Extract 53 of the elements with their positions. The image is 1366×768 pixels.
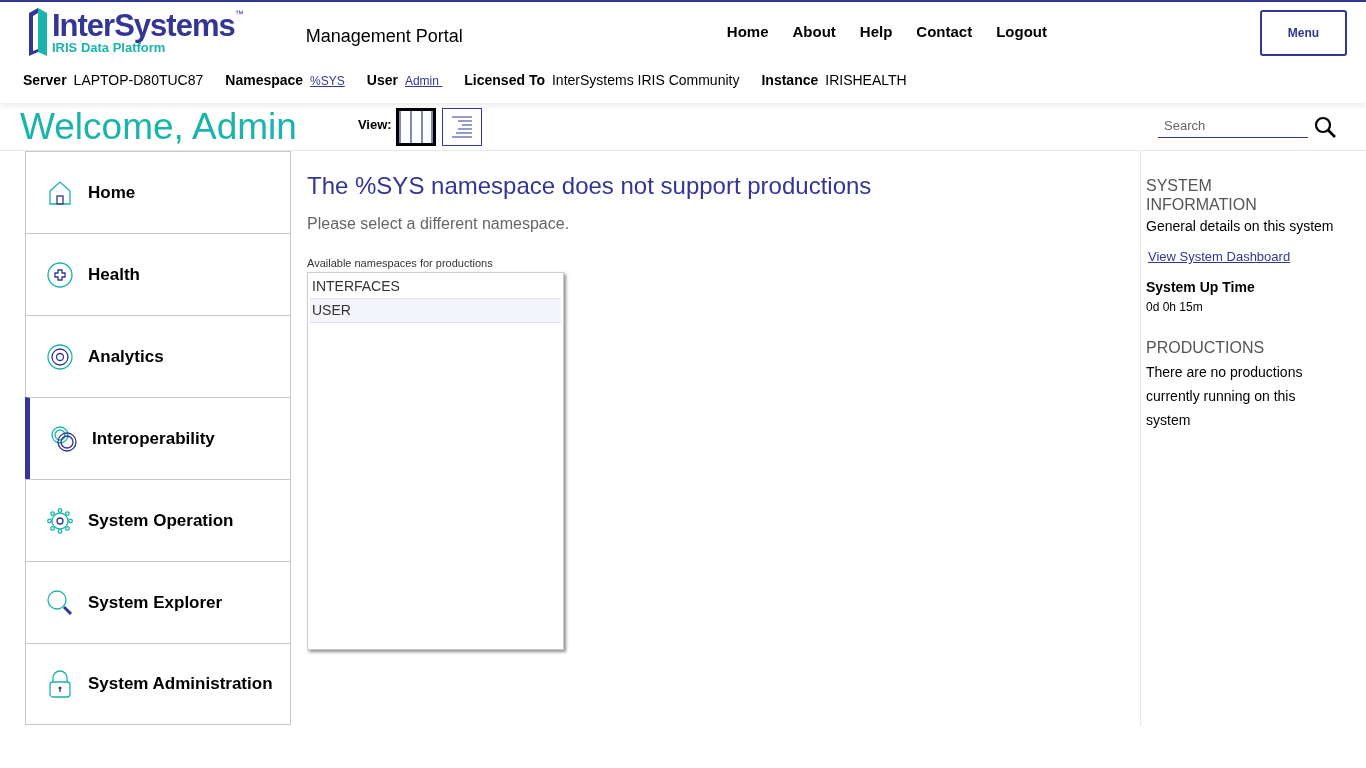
info-label: Namespace	[225, 71, 304, 90]
list-view-button[interactable]	[441, 107, 482, 146]
sidebar-item[interactable]: System Explorer	[25, 561, 291, 643]
panel-description: General details on this system	[1146, 217, 1335, 236]
padlock-icon	[48, 670, 72, 698]
house-icon	[48, 179, 72, 206]
target-icon	[47, 343, 73, 370]
info-label: Licensed To	[464, 71, 545, 90]
nav-link[interactable]: Logout	[996, 21, 1047, 44]
logo-icon	[28, 7, 48, 57]
uptime-label: System Up Time	[1146, 277, 1256, 297]
info-link[interactable]: %SYS	[310, 72, 345, 90]
panel-title: SYSTEM INFORMATION	[1146, 176, 1258, 214]
info-label: Instance	[761, 71, 819, 90]
sidebar-item[interactable]: Interoperability	[25, 397, 291, 479]
info-value: LAPTOP-D80TUC87	[73, 71, 204, 90]
gear-icon	[47, 507, 73, 534]
sidebar-item[interactable]: Analytics	[25, 315, 291, 397]
portal-title: Management Portal	[305, 25, 463, 48]
list-lines-icon	[449, 114, 474, 139]
view-label: View:	[357, 116, 392, 135]
menu-button[interactable]: Menu	[1260, 10, 1347, 56]
nav-link[interactable]: About	[792, 21, 836, 44]
sidebar-item[interactable]: System Operation	[25, 479, 291, 561]
health-cross-icon	[47, 261, 73, 288]
linked-rings-icon	[50, 424, 78, 453]
magnifier-icon	[46, 588, 74, 617]
sidebar-item[interactable]: Health	[25, 233, 291, 315]
panel-title: PRODUCTIONS	[1146, 337, 1266, 358]
columns-view-button[interactable]	[395, 107, 436, 146]
logo-wordmark: InterSystems	[52, 10, 235, 41]
columns-icon	[398, 110, 433, 143]
search-field[interactable]: Search	[1158, 115, 1308, 138]
uptime-value: 0d 0h 15m	[1146, 298, 1204, 316]
info-label: Server	[23, 71, 67, 90]
nav-link[interactable]: Home	[726, 21, 769, 44]
nav-link[interactable]: Help	[859, 21, 893, 44]
sidebar-item[interactable]: System Administration	[25, 643, 291, 725]
nav-link[interactable]: Contact	[916, 21, 973, 44]
info-value: InterSystems IRIS Community	[551, 71, 740, 90]
trademark-sign: ™	[234, 10, 244, 19]
namespace-list-item[interactable]: USER	[310, 298, 561, 323]
dashboard-link[interactable]: View System Dashboard	[1148, 247, 1366, 267]
info-label: User	[366, 71, 398, 90]
search-icon[interactable]	[1314, 115, 1336, 138]
productions-message: There are no productions currently running on this system	[1146, 362, 1304, 430]
list-label: Available namespaces for productions	[307, 256, 494, 271]
welcome-heading: Welcome, Admin	[20, 108, 297, 145]
sidebar-item[interactable]: Home	[25, 151, 291, 233]
page-subheading: Please select a different namespace.	[307, 214, 571, 234]
page-heading: The %SYS namespace does not support productions	[307, 171, 873, 201]
info-value: IRISHEALTH	[825, 71, 907, 90]
info-link[interactable]: Admin	[404, 72, 443, 90]
